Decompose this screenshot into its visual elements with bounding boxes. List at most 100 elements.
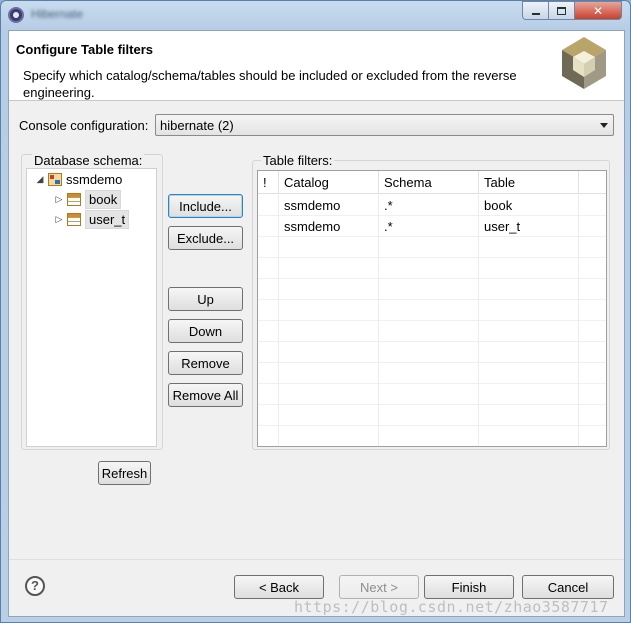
- maximize-icon: [557, 6, 566, 15]
- column-header-catalog[interactable]: Catalog: [279, 171, 379, 194]
- close-button[interactable]: ✕: [574, 1, 622, 20]
- maximize-button[interactable]: [548, 1, 575, 20]
- cell-flag: [258, 216, 279, 237]
- empty-cell: [258, 237, 279, 258]
- empty-cell: [379, 384, 479, 405]
- cell-flag: [258, 195, 279, 216]
- refresh-button[interactable]: Refresh: [98, 461, 151, 485]
- empty-cell: [258, 258, 279, 279]
- remove-all-button[interactable]: Remove All: [168, 383, 243, 407]
- tree-node-table[interactable]: ▷ user_t: [54, 209, 130, 229]
- empty-cell: [479, 384, 579, 405]
- cell-table: book: [479, 195, 579, 216]
- minimize-button[interactable]: [522, 1, 549, 20]
- empty-cell: [579, 279, 606, 300]
- table-header: ! Catalog Schema Table: [258, 171, 606, 194]
- finish-button[interactable]: Finish: [424, 575, 514, 599]
- back-button[interactable]: < Back: [234, 575, 324, 599]
- empty-cell: [579, 363, 606, 384]
- empty-cell: [479, 405, 579, 426]
- empty-cell: [579, 384, 606, 405]
- remove-button[interactable]: Remove: [168, 351, 243, 375]
- empty-cell: [258, 384, 279, 405]
- empty-table-row: [258, 321, 606, 342]
- console-config-select[interactable]: hibernate (2): [155, 114, 614, 136]
- expand-triangle-icon[interactable]: ▷: [54, 214, 64, 225]
- tree-node-root[interactable]: ◢ ssmdemo: [35, 170, 123, 188]
- table-row[interactable]: ssmdemo .* user_t: [258, 216, 606, 237]
- empty-cell: [579, 321, 606, 342]
- help-icon[interactable]: ?: [25, 576, 45, 596]
- empty-cell: [279, 321, 379, 342]
- empty-table-row: [258, 405, 606, 426]
- schema-tree[interactable]: ◢ ssmdemo ▷ book ▷ user_t: [26, 168, 157, 447]
- empty-cell: [258, 363, 279, 384]
- cell-catalog: ssmdemo: [279, 195, 379, 216]
- empty-table-row: [258, 363, 606, 384]
- up-button[interactable]: Up: [168, 287, 243, 311]
- wizard-header: Configure Table filters Specify which ca…: [9, 31, 624, 101]
- empty-cell: [579, 300, 606, 321]
- database-icon: [48, 172, 62, 186]
- dialog-window: Hibernate ✕ Configure Table filters Spec…: [0, 0, 631, 623]
- empty-cell: [279, 342, 379, 363]
- chevron-down-icon: [600, 123, 608, 128]
- cell-schema: .*: [379, 216, 479, 237]
- collapse-triangle-icon[interactable]: ◢: [35, 174, 45, 185]
- empty-cell: [379, 300, 479, 321]
- console-config-label: Console configuration:: [19, 118, 149, 133]
- tree-node-label: ssmdemo: [66, 171, 123, 187]
- empty-cell: [579, 426, 606, 446]
- column-header-filler: [579, 171, 606, 194]
- hibernate-logo-icon: [562, 37, 606, 89]
- empty-cell: [379, 237, 479, 258]
- table-row[interactable]: ssmdemo .* book: [258, 195, 606, 216]
- table-filters-grid[interactable]: ! Catalog Schema Table ssmdemo .* book s…: [257, 170, 607, 447]
- cell-table: user_t: [479, 216, 579, 237]
- footer-divider: [9, 559, 624, 560]
- empty-cell: [579, 405, 606, 426]
- empty-cell: [379, 258, 479, 279]
- empty-cell: [258, 405, 279, 426]
- cell-filler: [579, 216, 606, 237]
- database-schema-label: Database schema:: [32, 153, 145, 168]
- empty-cell: [479, 279, 579, 300]
- empty-cell: [579, 258, 606, 279]
- include-button[interactable]: Include...: [168, 194, 243, 218]
- empty-cell: [279, 405, 379, 426]
- empty-table-row: [258, 258, 606, 279]
- close-icon: ✕: [592, 3, 604, 18]
- empty-cell: [479, 426, 579, 446]
- empty-cell: [279, 363, 379, 384]
- empty-cell: [479, 363, 579, 384]
- empty-cell: [379, 279, 479, 300]
- eclipse-icon: [8, 7, 24, 23]
- tree-node-label: user_t: [85, 209, 130, 229]
- empty-cell: [258, 342, 279, 363]
- exclude-button[interactable]: Exclude...: [168, 226, 243, 250]
- tree-node-table[interactable]: ▷ book: [54, 189, 122, 209]
- cancel-button[interactable]: Cancel: [522, 575, 614, 599]
- column-header-schema[interactable]: Schema: [379, 171, 479, 194]
- empty-cell: [579, 237, 606, 258]
- empty-table-row: [258, 342, 606, 363]
- column-header-flag[interactable]: !: [258, 171, 279, 194]
- empty-cell: [479, 237, 579, 258]
- empty-cell: [258, 279, 279, 300]
- tree-node-label: book: [85, 189, 122, 209]
- next-button[interactable]: Next >: [339, 575, 419, 599]
- column-header-table[interactable]: Table: [479, 171, 579, 194]
- cell-catalog: ssmdemo: [279, 216, 379, 237]
- minimize-icon: [531, 12, 540, 15]
- title-bar: Hibernate ✕: [1, 1, 630, 29]
- cell-schema: .*: [379, 195, 479, 216]
- down-button[interactable]: Down: [168, 319, 243, 343]
- empty-cell: [579, 342, 606, 363]
- empty-cell: [379, 405, 479, 426]
- empty-table-row: [258, 279, 606, 300]
- empty-cell: [279, 258, 379, 279]
- empty-cell: [279, 384, 379, 405]
- empty-cell: [479, 258, 579, 279]
- empty-table-row: [258, 426, 606, 446]
- expand-triangle-icon[interactable]: ▷: [54, 194, 64, 205]
